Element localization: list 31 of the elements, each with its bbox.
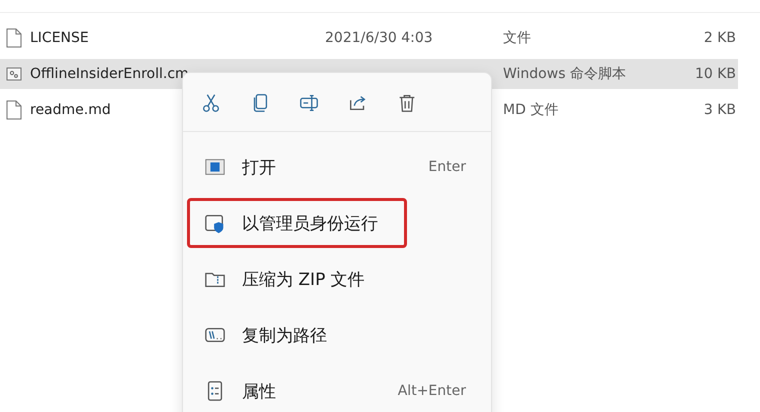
shield-window-icon <box>204 212 226 234</box>
menu-item[interactable]: 打开 Enter <box>187 142 487 192</box>
menu-item-label: 以管理员身份运行 <box>242 212 379 234</box>
file-size: 10 KB <box>694 66 736 82</box>
modified-date: 2021/6/30 4:03 <box>325 30 434 46</box>
file-type: 文件 <box>503 29 532 47</box>
file-name: OfflineInsiderEnroll.cm <box>30 66 189 82</box>
shortcut-text: Enter <box>428 159 466 175</box>
menu-item[interactable]: 属性 Alt+Enter <box>187 366 487 412</box>
file-name: readme.md <box>30 102 111 118</box>
file-size: 3 KB <box>702 102 736 118</box>
window-icon <box>204 156 226 178</box>
shortcut-text: Alt+Enter <box>398 383 466 399</box>
menu-item-label: 复制为路径 <box>242 324 328 346</box>
rename-icon <box>298 92 320 114</box>
file-type: Windows 命令脚本 <box>503 65 627 83</box>
script-file-icon <box>6 66 22 82</box>
menu-item-label: 属性 <box>242 380 277 402</box>
file-row[interactable]: readme.md MD 文件 3 KB <box>0 95 738 125</box>
menu-item[interactable]: 复制为路径 <box>187 310 487 360</box>
file-type: MD 文件 <box>503 101 560 119</box>
menu-item-label: 压缩为 ZIP 文件 <box>242 268 366 290</box>
file-row[interactable]: LICENSE 2021/6/30 4:03 文件 2 KB <box>0 23 738 53</box>
menu-item[interactable]: 以管理员身份运行 <box>187 198 407 248</box>
file-size: 2 KB <box>702 30 736 46</box>
menu-item-label: 打开 <box>242 156 277 178</box>
menu-item[interactable]: 压缩为 ZIP 文件 <box>187 254 487 304</box>
scissors-icon <box>200 92 222 114</box>
file-name: LICENSE <box>30 30 89 46</box>
file-icon <box>6 100 22 120</box>
file-icon <box>6 28 22 48</box>
